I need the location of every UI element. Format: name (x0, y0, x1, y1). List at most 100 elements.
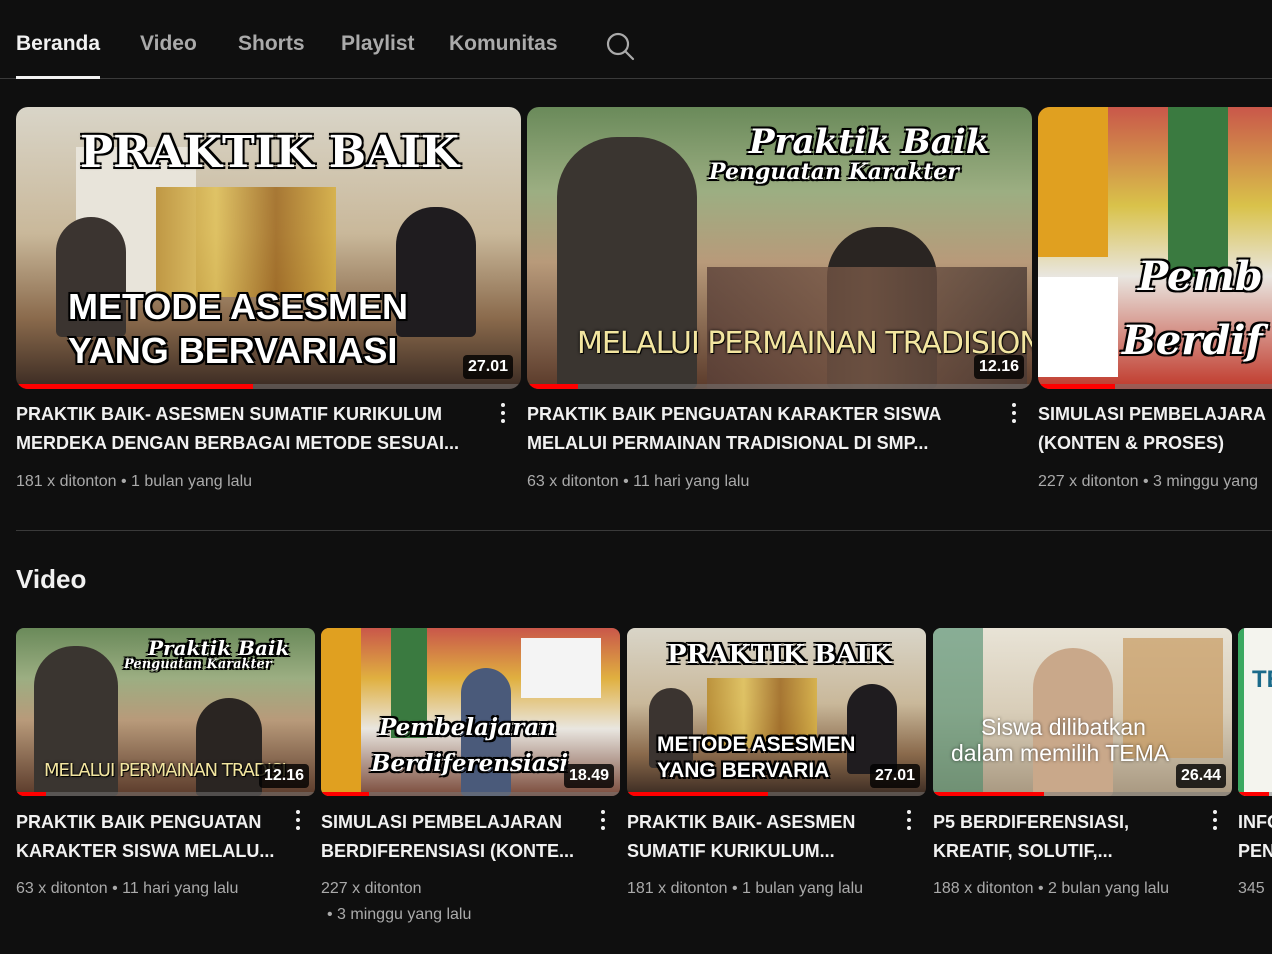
duration-badge: 26.44 (1175, 764, 1226, 788)
upload-age: 1 bulan yang lalu (742, 880, 864, 897)
video-meta: 181 x ditonton • 1 bulan yang lalu (16, 473, 253, 490)
progress-track (527, 384, 1032, 389)
video-thumbnail[interactable]: Praktik Baik Penguatan Karakter MELALUI … (527, 107, 1032, 389)
upload-age: 11 hari yang lalu (122, 880, 239, 897)
thumbnail-caption: MELALUI PERMAINAN TRADISIONAL (577, 326, 1032, 361)
upload-age: 3 minggu yang (1153, 473, 1258, 490)
tab-shorts[interactable]: Shorts (238, 32, 305, 79)
channel-tabs: Beranda Video Shorts Playlist Komunitas (0, 0, 1272, 79)
duration-badge: 12.16 (258, 764, 309, 788)
video-title-line: MERDEKA DENGAN BERBAGAI METODE SESUAI... (16, 433, 460, 453)
view-count: 188 x ditonton (933, 880, 1034, 897)
thumbnail-caption: METODE ASESMEN (68, 286, 409, 327)
video-title-line: PRAKTIK BAIK- ASESMEN (627, 812, 856, 832)
watch-progress-bar (527, 384, 578, 389)
video-title-line: INFO (1238, 812, 1272, 832)
more-actions-icon[interactable] (291, 808, 305, 834)
thumbnail-caption: Siswa dilibatkan (981, 714, 1146, 740)
tab-beranda[interactable]: Beranda (16, 32, 101, 79)
video-thumbnail[interactable]: PRAKTIK BAIK METODE ASESMEN YANG BERVARI… (627, 628, 926, 796)
section-divider (16, 530, 1272, 531)
more-actions-icon[interactable] (1007, 401, 1021, 427)
video-title-line: BERDIFERENSIASI (KONTE... (321, 841, 575, 861)
thumbnail-caption: YANG BERVARIA (657, 759, 830, 782)
upload-age: 11 hari yang lalu (633, 473, 750, 490)
thumbnail-caption: METODE ASESMEN (657, 733, 856, 756)
duration-badge: 18.49 (563, 764, 614, 788)
duration-badge: 27.01 (869, 764, 920, 788)
more-actions-icon[interactable] (596, 808, 610, 834)
thumbnail-caption: Pembelajaran (379, 714, 556, 741)
watch-progress-bar (1038, 384, 1116, 389)
video-thumbnail[interactable]: PRAKTIK BAIK METODE ASESMEN YANG BERVARI… (16, 107, 521, 389)
tab-video[interactable]: Video (140, 32, 197, 79)
video-meta: 63 x ditonton • 11 hari yang lalu (16, 880, 239, 897)
video-title[interactable]: SIMULASI PEMBELAJARA (KONTEN & PROSES) (1038, 400, 1272, 458)
upload-age: 2 bulan yang lalu (1048, 880, 1170, 897)
video-title-line: KARAKTER SISWA MELALU... (16, 841, 275, 861)
search-icon[interactable] (604, 30, 636, 62)
upload-age: 3 minggu yang lalu (337, 906, 472, 923)
thumbnail-caption: Praktik Baik (749, 122, 990, 162)
watch-progress-bar (933, 792, 1044, 796)
video-title-line: (KONTEN & PROSES) (1038, 433, 1225, 453)
video-title[interactable]: P5 BERDIFERENSIASI, KREATIF, SOLUTIF,... (933, 808, 1201, 866)
section-title[interactable]: Video (16, 564, 86, 595)
upload-age: 1 bulan yang lalu (131, 473, 253, 490)
video-title[interactable]: PRAKTIK BAIK- ASESMEN SUMATIF KURIKULUM … (16, 400, 486, 458)
thumbnail-caption: YANG BERVARIASI (68, 330, 398, 371)
thumbnail-caption: TE (1252, 666, 1272, 693)
watch-progress-bar (627, 792, 768, 796)
video-title-line: KREATIF, SOLUTIF,... (933, 841, 1113, 861)
duration-badge: 12.16 (973, 355, 1024, 379)
upload-age-line: • 3 minggu yang lalu (327, 906, 472, 923)
video-thumbnail[interactable]: Siswa dilibatkan dalam memilih TEMA 26.4… (933, 628, 1232, 796)
watch-progress-bar (321, 792, 369, 796)
video-title-line: SIMULASI PEMBELAJARA (1038, 404, 1267, 424)
video-title-line: SUMATIF KURIKULUM... (627, 841, 835, 861)
view-count: 227 x ditonton (321, 880, 422, 897)
view-count: 181 x ditonton (627, 880, 728, 897)
video-title[interactable]: SIMULASI PEMBELAJARAN BERDIFERENSIASI (K… (321, 808, 589, 866)
view-count: 63 x ditonton (16, 880, 108, 897)
video-title[interactable]: PRAKTIK BAIK- ASESMEN SUMATIF KURIKULUM.… (627, 808, 895, 866)
duration-badge: 27.01 (462, 355, 513, 379)
video-title-line: P5 BERDIFERENSIASI, (933, 812, 1130, 832)
watch-progress-bar (1238, 792, 1269, 796)
thumbnail-caption: Berdiferensiasi (371, 750, 569, 777)
video-thumbnail[interactable]: Pemb Berdif (1038, 107, 1272, 389)
video-meta: 188 x ditonton • 2 bulan yang lalu (933, 880, 1170, 897)
video-title[interactable]: INFO PEN (1238, 808, 1272, 866)
thumbnail-caption: PRAKTIK BAIK (667, 640, 891, 670)
thumbnail-caption: Penguatan Karakter (124, 657, 272, 672)
progress-track (16, 792, 315, 796)
tab-komunitas[interactable]: Komunitas (449, 32, 558, 79)
video-title[interactable]: PRAKTIK BAIK PENGUATAN KARAKTER SISWA ME… (16, 808, 284, 866)
video-title[interactable]: PRAKTIK BAIK PENGUATAN KARAKTER SISWA ME… (527, 400, 997, 458)
more-actions-icon[interactable] (902, 808, 916, 834)
view-count: 227 x ditonton (1038, 473, 1139, 490)
thumbnail-caption: Berdif (1122, 317, 1263, 364)
more-actions-icon[interactable] (496, 401, 510, 427)
video-thumbnail[interactable]: Pembelajaran Berdiferensiasi 18.49 (321, 628, 620, 796)
thumbnail-caption: MELALUI PERMAINAN TRADISI (44, 760, 287, 781)
video-thumbnail[interactable]: TE (1238, 628, 1272, 796)
video-title-line: MELALUI PERMAINAN TRADISIONAL DI SMP... (527, 433, 929, 453)
watch-progress-bar (16, 384, 254, 389)
view-count: 345 (1238, 880, 1265, 897)
watch-progress-bar (16, 792, 46, 796)
thumbnail-caption: Penguatan Karakter (709, 159, 959, 185)
video-title-line: PRAKTIK BAIK PENGUATAN KARAKTER SISWA (527, 404, 942, 424)
video-meta: 227 x ditonton • 3 minggu yang (1038, 473, 1258, 490)
thumbnail-caption: PRAKTIK BAIK (80, 127, 460, 178)
thumbnail-caption: Pemb (1138, 253, 1263, 300)
tab-playlist[interactable]: Playlist (341, 32, 415, 79)
thumbnail-caption: dalam memilih TEMA (951, 740, 1170, 766)
video-meta: 63 x ditonton • 11 hari yang lalu (527, 473, 750, 490)
more-actions-icon[interactable] (1208, 808, 1222, 834)
video-meta: 181 x ditonton • 1 bulan yang lalu (627, 880, 864, 897)
view-count: 63 x ditonton (527, 473, 619, 490)
video-title-line: PRAKTIK BAIK- ASESMEN SUMATIF KURIKULUM (16, 404, 442, 424)
thumbnail-caption: Praktik Baik (148, 636, 290, 660)
video-thumbnail[interactable]: Praktik Baik Penguatan Karakter MELALUI … (16, 628, 315, 796)
